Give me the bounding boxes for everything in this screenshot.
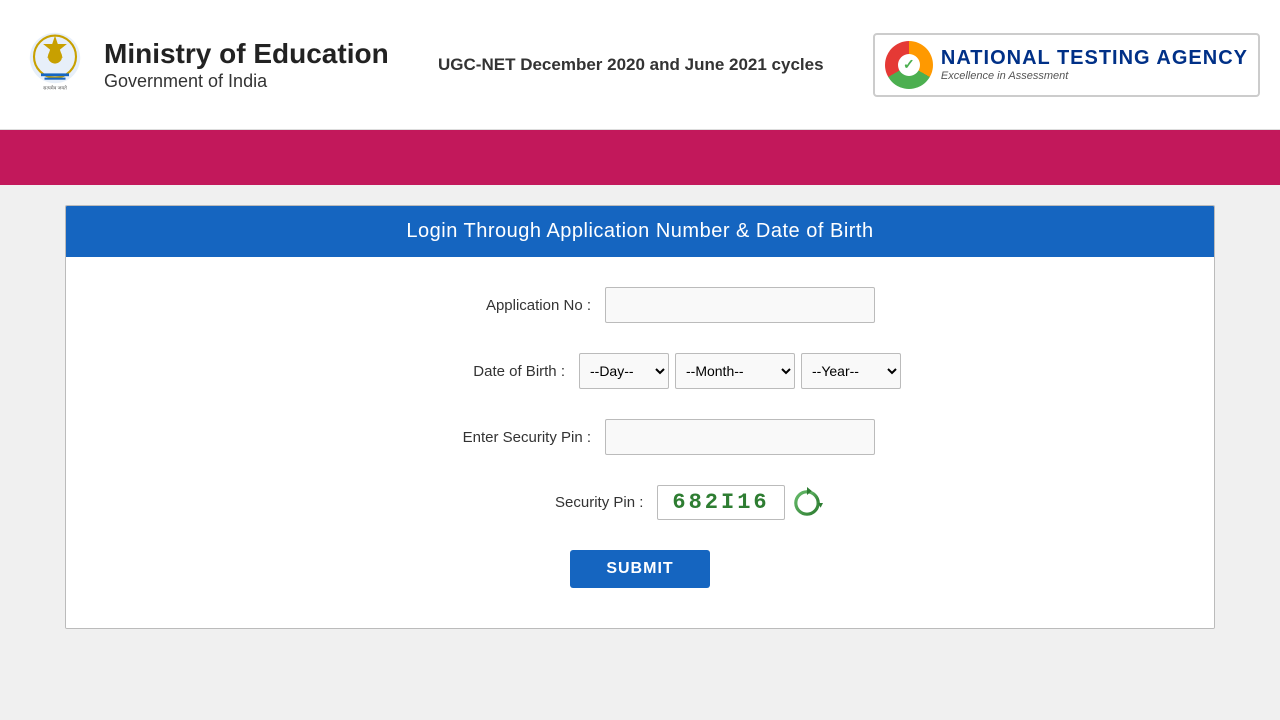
month-select[interactable]: --Month--JanuaryFebruaryMarchAprilMayJun… <box>675 353 795 389</box>
submit-row: SUBMIT <box>106 550 1174 588</box>
application-no-input[interactable] <box>605 287 875 323</box>
form-title: Login Through Application Number & Date … <box>406 220 873 242</box>
exam-title: UGC-NET December 2020 and June 2021 cycl… <box>438 55 824 75</box>
security-pin-display: 682I16 <box>657 485 822 520</box>
year-select[interactable]: --Year--19801981198219831984198519861987… <box>801 353 901 389</box>
refresh-captcha-button[interactable] <box>791 487 823 519</box>
svg-text:सत्यमेव जयते: सत्यमेव जयते <box>43 84 67 91</box>
login-form-card: Login Through Application Number & Date … <box>65 205 1215 629</box>
main-content: Login Through Application Number & Date … <box>0 185 1280 649</box>
ministry-text-block: Ministry of Education Government of Indi… <box>104 37 389 92</box>
page-header: सत्यमेव जयते Ministry of Education Gover… <box>0 0 1280 130</box>
application-no-row: Application No : <box>106 287 1174 323</box>
dob-row: Date of Birth : --Day--12345678910111213… <box>106 353 1174 389</box>
security-pin-input-label: Enter Security Pin : <box>405 429 605 446</box>
form-card-body: Application No : Date of Birth : --Day--… <box>66 257 1214 628</box>
date-selects: --Day--123456789101112131415161718192021… <box>579 353 901 389</box>
security-pin-display-row: Security Pin : 682I16 <box>106 485 1174 520</box>
nta-logo: ✓ NATIONAL TESTING AGENCY Excellence in … <box>873 33 1260 97</box>
security-pin-value: 682I16 <box>657 485 784 520</box>
nta-circle-icon: ✓ <box>885 41 933 89</box>
security-pin-display-label: Security Pin : <box>457 494 657 511</box>
dob-label: Date of Birth : <box>379 363 579 380</box>
ministry-title: Ministry of Education <box>104 37 389 71</box>
decorative-banner <box>0 130 1280 185</box>
security-pin-input-row: Enter Security Pin : <box>106 419 1174 455</box>
submit-button[interactable]: SUBMIT <box>570 550 709 588</box>
nta-branding: ✓ NATIONAL TESTING AGENCY Excellence in … <box>873 33 1260 97</box>
day-select[interactable]: --Day--123456789101112131415161718192021… <box>579 353 669 389</box>
nta-text: NATIONAL TESTING AGENCY Excellence in As… <box>941 47 1248 82</box>
india-emblem-icon: सत्यमेव जयते <box>20 30 90 100</box>
ministry-subtitle: Government of India <box>104 71 389 92</box>
nta-tagline: Excellence in Assessment <box>941 70 1248 82</box>
nta-name: NATIONAL TESTING AGENCY <box>941 47 1248 70</box>
form-card-header: Login Through Application Number & Date … <box>66 206 1214 257</box>
application-no-label: Application No : <box>405 297 605 314</box>
refresh-icon <box>791 487 823 519</box>
ministry-branding: सत्यमेव जयते Ministry of Education Gover… <box>20 30 389 100</box>
security-pin-input[interactable] <box>605 419 875 455</box>
